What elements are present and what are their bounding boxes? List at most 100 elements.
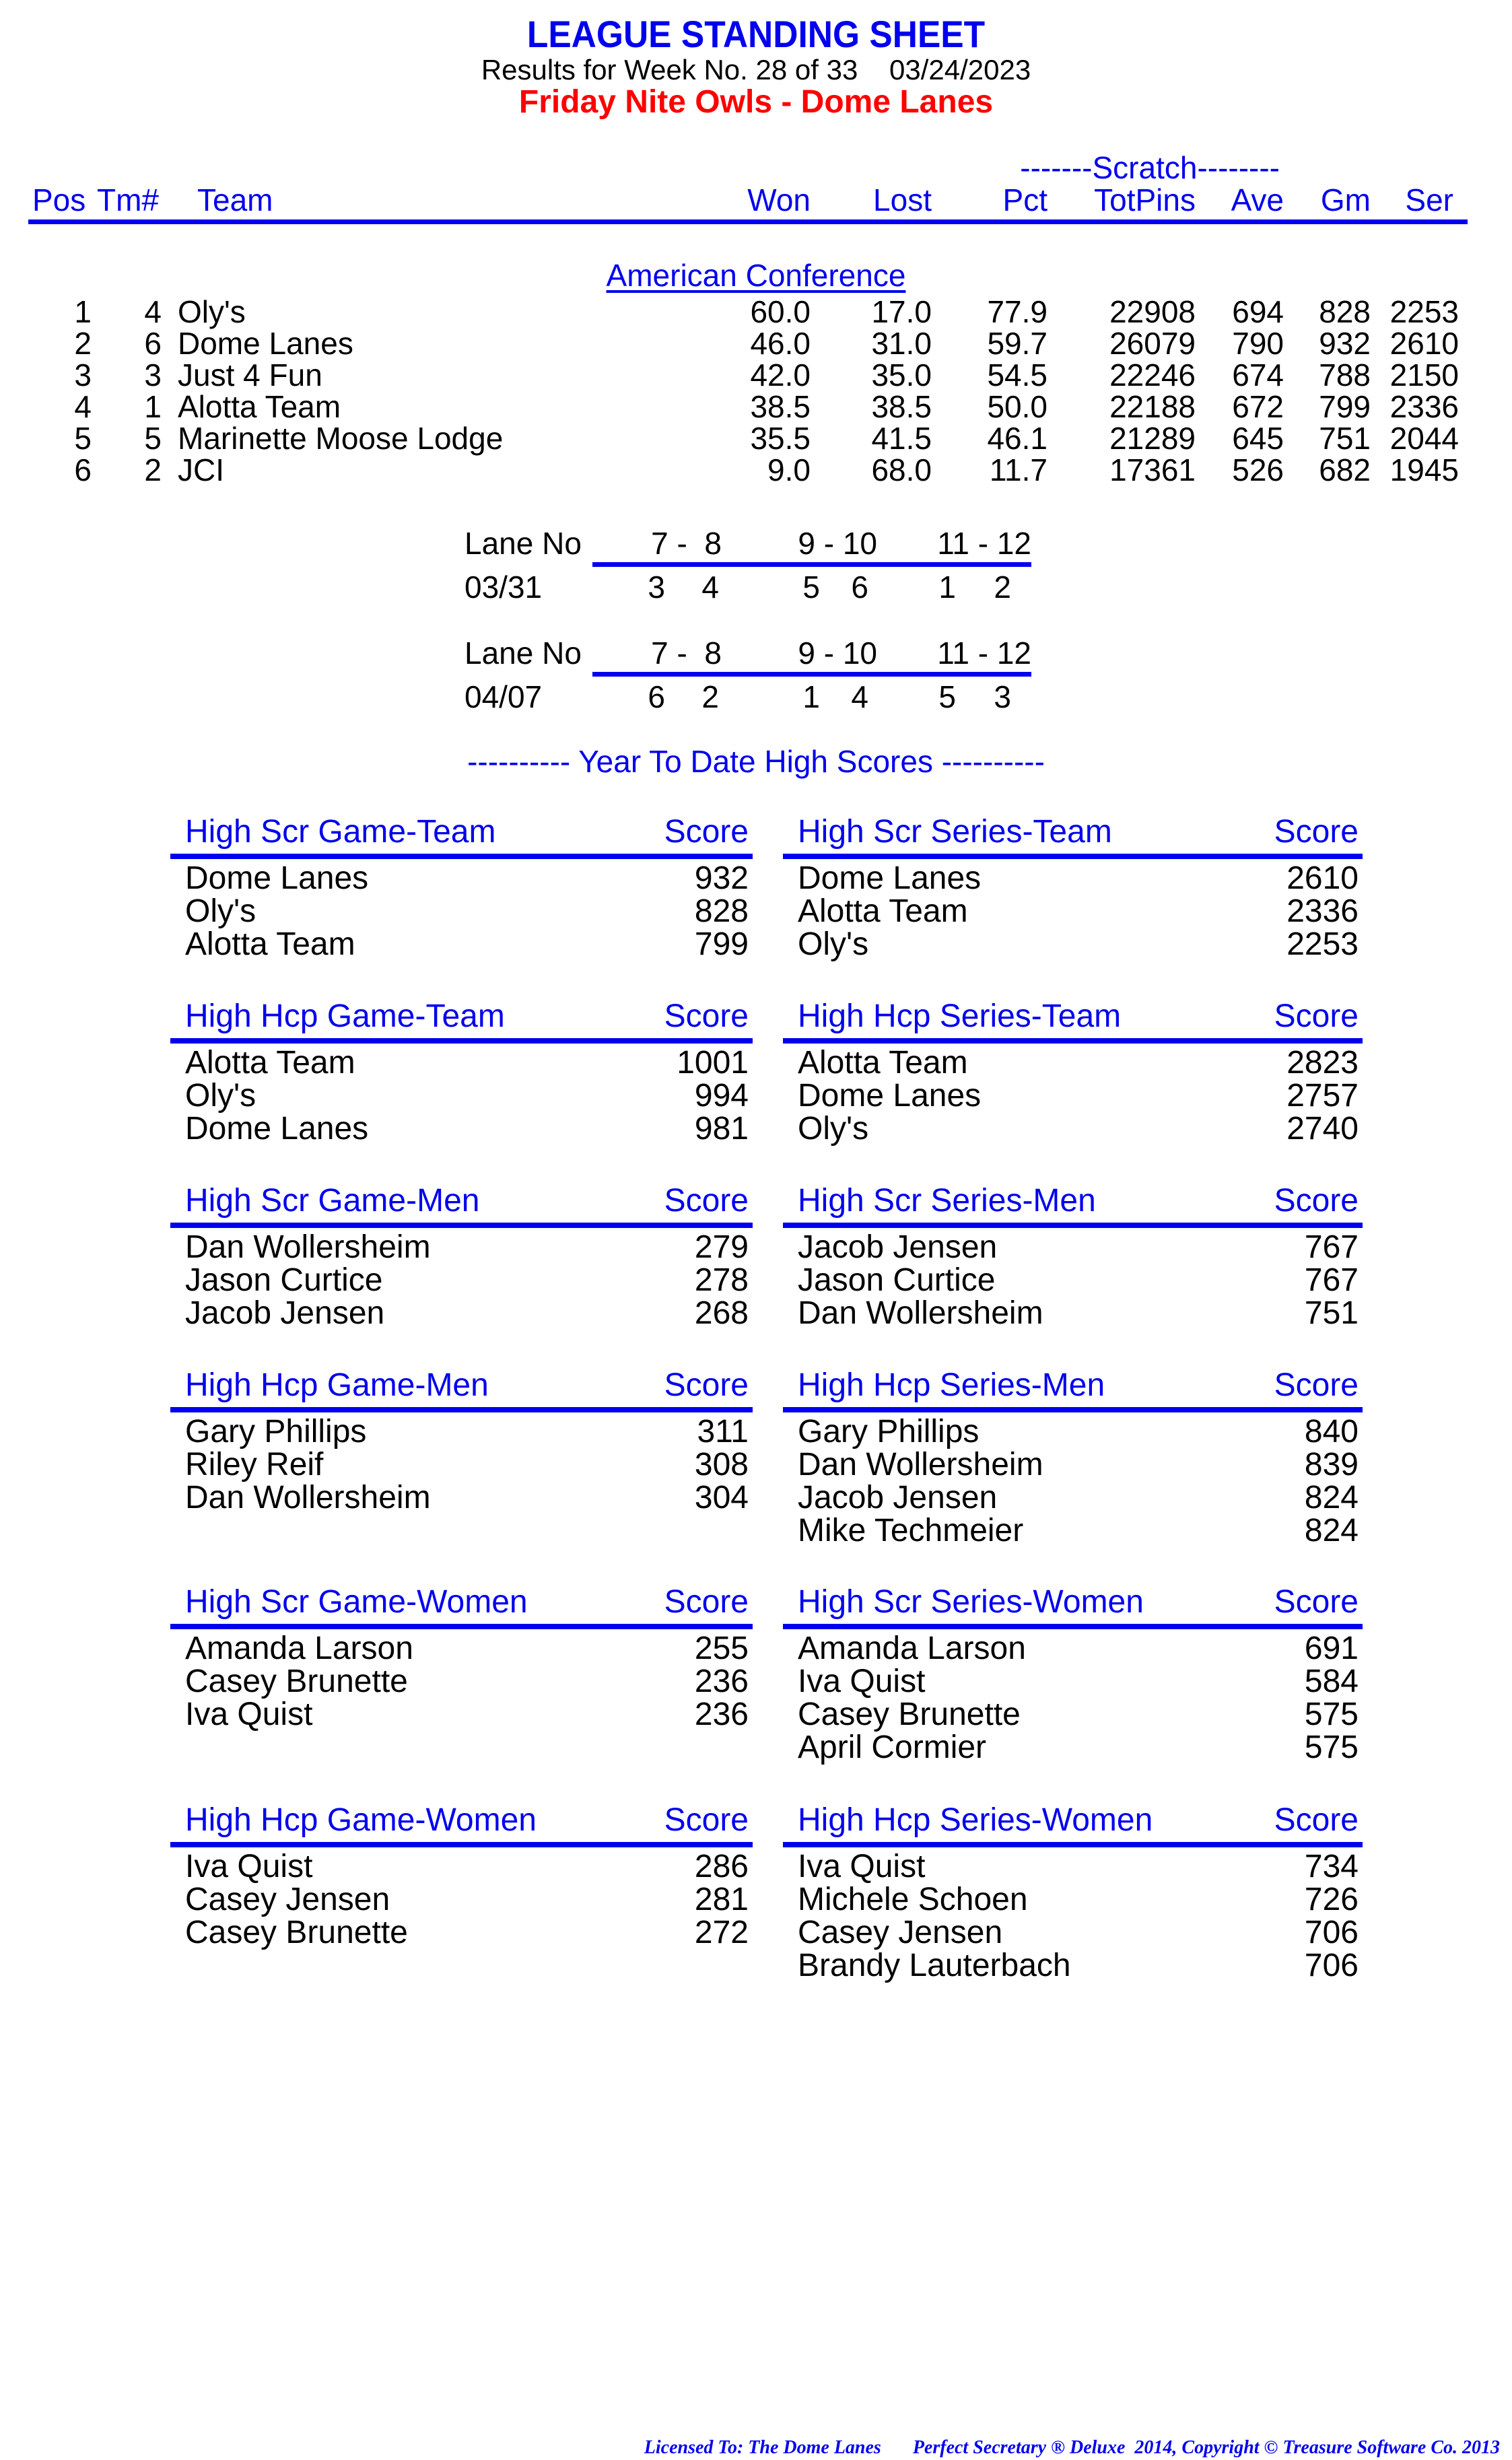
- score-value: 304: [694, 1480, 749, 1515]
- cell-ave: 674: [1232, 357, 1284, 392]
- score-list: Alotta Team 1001 Oly's 994 Dome Lanes 981: [170, 1046, 753, 1145]
- score-column-label: Score: [664, 1183, 749, 1219]
- score-entry: Jacob Jensen 268: [170, 1297, 753, 1330]
- high-score-section: High Hcp Series-Team Score Alotta Team 2823…: [783, 998, 1363, 1186]
- score-value: 2757: [1286, 1078, 1359, 1114]
- lane-no-label: Lane No: [465, 636, 582, 671]
- score-entry: Alotta Team 799: [170, 928, 753, 961]
- cell-tm: 3: [144, 357, 162, 392]
- lane-team-number: 3: [648, 570, 665, 605]
- score-entry: Gary Phillips 840: [783, 1415, 1363, 1448]
- footer: Licensed To: The Dome Lanes Perfect Secr…: [617, 2437, 1500, 2459]
- score-value: 839: [1304, 1447, 1359, 1482]
- lane-no-label: Lane No: [465, 526, 582, 561]
- lane-team-number: 5: [802, 570, 820, 605]
- score-entry: Oly's 2253: [783, 928, 1363, 961]
- high-score-section: High Hcp Game-Women Score Iva Quist 286 Case…: [170, 1802, 753, 1990]
- section-title: High Hcp Game-Women: [185, 1802, 537, 1838]
- score-column-label: Score: [1274, 1802, 1359, 1838]
- score-value: 734: [1304, 1849, 1359, 1884]
- standings-row: 2 6 Dome Lanes 46.0 31.0 59.7 26079 790 932 2610: [0, 328, 1512, 360]
- cell-ser: 2336: [1389, 389, 1459, 424]
- score-entry: Iva Quist 584: [783, 1665, 1363, 1698]
- score-value: 279: [694, 1229, 749, 1265]
- cell-totpins: 22908: [1109, 294, 1196, 329]
- cell-team: Just 4 Fun: [178, 357, 322, 392]
- cell-totpins: 26079: [1109, 326, 1196, 361]
- score-entry: Jacob Jensen 824: [783, 1481, 1363, 1514]
- high-score-section: High Hcp Game-Men Score Gary Phillips 311 Ri…: [170, 1367, 753, 1555]
- bowler-name: Amanda Larson: [798, 1631, 1026, 1666]
- conference-heading: American Conference: [606, 258, 906, 293]
- score-value: 751: [1304, 1295, 1359, 1331]
- section-title: High Hcp Series-Men: [798, 1367, 1105, 1403]
- standings-row: 6 2 JCI 9.0 68.0 11.7 17361 526 682 1945: [0, 454, 1512, 486]
- score-column-label: Score: [664, 814, 749, 850]
- section-divider: [170, 1842, 753, 1847]
- bowler-name: Oly's: [798, 1111, 869, 1147]
- high-score-section: High Scr Series-Women Score Amanda Larson 6…: [783, 1583, 1363, 1772]
- score-value: 236: [694, 1697, 749, 1732]
- high-score-section: High Scr Series-Team Score Dome Lanes 2610 A…: [783, 813, 1363, 1002]
- cell-pct: 46.1: [987, 421, 1047, 456]
- col-tm: Tm#: [97, 182, 159, 217]
- bowler-name: Alotta Team: [185, 1045, 355, 1081]
- section-divider: [170, 1223, 753, 1228]
- col-ave: Ave: [1231, 182, 1284, 217]
- standings-row: 3 3 Just 4 Fun 42.0 35.0 54.5 22246 674 788 2150: [0, 360, 1512, 391]
- score-list: Dome Lanes 932 Oly's 828 Alotta Team 799: [170, 862, 753, 961]
- section-divider: [783, 1624, 1363, 1629]
- bowler-name: Casey Brunette: [185, 1915, 408, 1950]
- bowler-name: Jacob Jensen: [798, 1229, 998, 1265]
- high-score-section: High Hcp Series-Men Score Gary Phillips 840…: [783, 1367, 1363, 1555]
- section-divider: [783, 1038, 1363, 1044]
- score-list: Amanda Larson 691 Iva Quist 584 Casey Brunet…: [783, 1632, 1363, 1764]
- col-won: Won: [747, 182, 811, 217]
- score-column-label: Score: [664, 1802, 749, 1838]
- score-value: 994: [694, 1078, 749, 1114]
- section-header: High Scr Game-Women Score: [170, 1583, 753, 1621]
- score-entry: Dan Wollersheim 839: [783, 1448, 1363, 1481]
- score-list: Jacob Jensen 767 Jason Curtice 767 Dan Wolle…: [783, 1231, 1363, 1330]
- cell-tm: 5: [144, 421, 162, 456]
- score-entry: Casey Jensen 281: [170, 1883, 753, 1916]
- cell-team: Marinette Moose Lodge: [178, 421, 504, 456]
- score-list: Dan Wollersheim 279 Jason Curtice 278 Jacob …: [170, 1231, 753, 1330]
- bowler-name: Casey Jensen: [798, 1915, 1003, 1950]
- section-divider: [170, 1038, 753, 1044]
- lane-pair-label: 9 - 10: [798, 636, 877, 671]
- score-list: Alotta Team 2823 Dome Lanes 2757 Oly's 2740: [783, 1046, 1363, 1145]
- lane-divider: [592, 672, 1031, 677]
- cell-team: JCI: [178, 452, 224, 487]
- license-text: Licensed To: The Dome Lanes: [644, 2437, 881, 2458]
- bowler-name: Michele Schoen: [798, 1882, 1028, 1917]
- score-value: 932: [694, 860, 749, 896]
- cell-gm: 799: [1319, 389, 1371, 424]
- col-pos: Pos: [32, 182, 86, 217]
- score-list: Gary Phillips 311 Riley Reif 308 Dan Wollers…: [170, 1415, 753, 1514]
- cell-pct: 50.0: [987, 389, 1047, 424]
- bowler-name: Dome Lanes: [185, 860, 369, 896]
- high-score-section: High Scr Game-Women Score Amanda Larson 255…: [170, 1583, 753, 1772]
- score-column-label: Score: [1274, 998, 1359, 1034]
- cell-pos: 1: [74, 294, 92, 329]
- lane-team-number: 6: [648, 679, 665, 714]
- bowler-name: Jacob Jensen: [185, 1295, 385, 1331]
- bowler-name: Gary Phillips: [185, 1414, 367, 1449]
- score-value: 272: [694, 1915, 749, 1950]
- scratch-group-label: -------Scratch--------: [1020, 150, 1280, 185]
- cell-ser: 1945: [1389, 452, 1459, 487]
- score-entry: Dome Lanes 2757: [783, 1079, 1363, 1112]
- section-header: High Scr Series-Men Score: [783, 1182, 1363, 1220]
- col-ser: Ser: [1405, 182, 1453, 217]
- score-column-label: Score: [664, 1367, 749, 1403]
- lane-pair-label: 11 - 12: [937, 526, 1031, 561]
- score-entry: Dome Lanes 932: [170, 862, 753, 895]
- score-value: 255: [694, 1631, 749, 1666]
- bowler-name: Brandy Lauterbach: [798, 1948, 1071, 1983]
- ytd-heading: ---------- Year To Date High Scores ----…: [467, 744, 1045, 779]
- cell-ave: 672: [1232, 389, 1284, 424]
- lane-pair-label: 7 - 8: [651, 526, 722, 561]
- section-title: High Scr Game-Women: [185, 1584, 528, 1620]
- bowler-name: Iva Quist: [798, 1849, 926, 1884]
